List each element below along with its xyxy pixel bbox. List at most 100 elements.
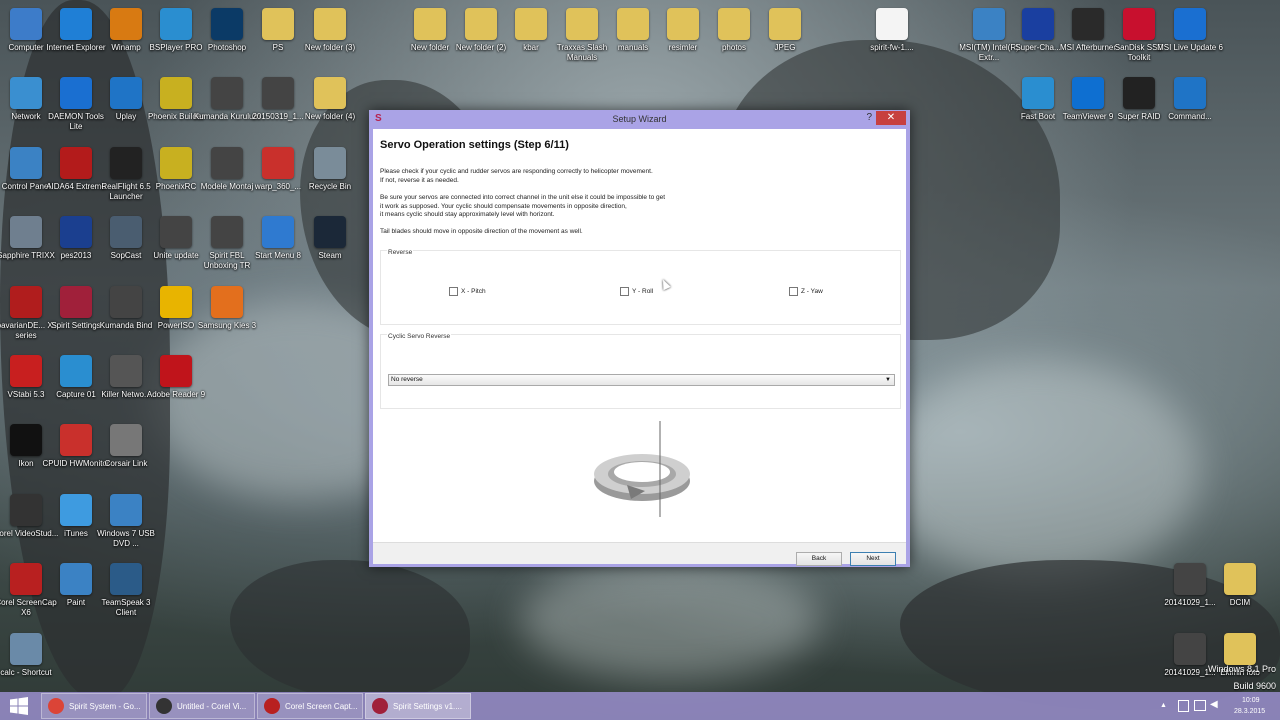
checkbox-label: X - Pitch bbox=[461, 288, 486, 295]
checkbox-label: Z - Yaw bbox=[801, 288, 823, 295]
desktop-icon[interactable]: New folder (3) bbox=[295, 8, 365, 53]
show-hidden-icons-icon[interactable]: ▲ bbox=[1160, 702, 1167, 709]
clock-time[interactable]: 10:09 bbox=[1242, 697, 1260, 704]
help-button[interactable]: ? bbox=[866, 112, 872, 123]
intro-line: If not, reverse it as needed. bbox=[380, 176, 459, 184]
realflight-icon bbox=[110, 147, 142, 179]
desktop-icon[interactable]: Windows 7 USB DVD ... bbox=[91, 494, 161, 549]
x-pitch-checkbox[interactable]: X - Pitch bbox=[449, 287, 486, 296]
sandisk-icon bbox=[1123, 8, 1155, 40]
checkbox-box[interactable] bbox=[620, 287, 629, 296]
taskbar-item[interactable]: Untitled - Corel Vi... bbox=[149, 693, 255, 719]
desktop-icon-label: TeamSpeak 3 Client bbox=[101, 598, 151, 617]
intro-line: Please check if your cyclic and rudder s… bbox=[380, 168, 653, 175]
clock-date[interactable]: 28.3.2015 bbox=[1234, 708, 1265, 715]
tail-paragraph: Tail blades should move in opposite dire… bbox=[380, 228, 583, 235]
folder-icon bbox=[314, 8, 346, 40]
desktop-icon[interactable]: Corsair Link bbox=[91, 424, 161, 469]
z-yaw-checkbox[interactable]: Z - Yaw bbox=[789, 287, 823, 296]
reverse-group: Reverse X - Pitch Y - Roll Z - Yaw bbox=[380, 249, 901, 325]
next-button[interactable]: Next bbox=[850, 552, 896, 566]
chevron-down-icon[interactable]: ▼ bbox=[885, 375, 891, 385]
video-file-icon bbox=[160, 216, 192, 248]
desktop-icon[interactable]: DCIM bbox=[1205, 563, 1275, 608]
folder-icon bbox=[617, 8, 649, 40]
folder-icon bbox=[769, 8, 801, 40]
checkbox-box[interactable] bbox=[449, 287, 458, 296]
cyclic-reverse-group: Cyclic Servo Reverse No reverse ▼ bbox=[380, 333, 901, 409]
cyclic-reverse-select[interactable]: No reverse ▼ bbox=[388, 374, 895, 386]
folder-icon bbox=[667, 8, 699, 40]
desktop-icon-label: JPEG bbox=[774, 43, 796, 52]
chrome-icon bbox=[48, 698, 64, 714]
intro-paragraph: Please check if your cyclic and rudder s… bbox=[380, 168, 653, 185]
msi-live-icon bbox=[1174, 8, 1206, 40]
channel-line: it work as supposed. Your cyclic should … bbox=[380, 202, 627, 210]
desktop-icon[interactable]: TeamSpeak 3 Client bbox=[91, 563, 161, 618]
checkbox-label: Y - Roll bbox=[632, 288, 654, 295]
taskbar-item[interactable]: Corel Screen Capt... bbox=[257, 693, 363, 719]
taskbar-item[interactable]: Spirit System - Go... bbox=[41, 693, 147, 719]
start-button[interactable] bbox=[0, 692, 38, 720]
checkbox-box[interactable] bbox=[789, 287, 798, 296]
corel-video-icon bbox=[156, 698, 172, 714]
video-file-icon bbox=[1174, 563, 1206, 595]
desktop-icon-label: Windows 7 USB DVD ... bbox=[97, 529, 155, 548]
super-raid-icon bbox=[1123, 77, 1155, 109]
bsplayer-icon bbox=[160, 8, 192, 40]
network-icon[interactable] bbox=[1194, 700, 1206, 711]
desktop-icon[interactable]: MSI Live Update 6 bbox=[1155, 8, 1225, 53]
desktop-icon[interactable]: New folder (4) bbox=[295, 77, 365, 122]
taskbar-item-label: Untitled - Corel Vi... bbox=[177, 701, 247, 711]
daemon-tools-icon bbox=[60, 77, 92, 109]
folder-icon bbox=[1224, 633, 1256, 665]
desktop-icon[interactable]: Command... bbox=[1155, 77, 1225, 122]
folder-icon bbox=[718, 8, 750, 40]
folder-icon bbox=[314, 77, 346, 109]
desktop-icon[interactable]: JPEG bbox=[750, 8, 820, 53]
desktop-icon[interactable]: Steam bbox=[295, 216, 365, 261]
window-titlebar[interactable]: S Setup Wizard ? ✕ bbox=[369, 110, 910, 128]
taskbar-item[interactable]: Spirit Settings v1.... bbox=[365, 693, 471, 719]
desktop-icon[interactable]: Recycle Bin bbox=[295, 147, 365, 192]
desktop-icon[interactable]: calc - Shortcut bbox=[0, 633, 61, 678]
super-charger-icon bbox=[1022, 8, 1054, 40]
windows-version-watermark: Windows 8.1 Pro bbox=[1207, 664, 1276, 674]
phoenix-icon bbox=[160, 77, 192, 109]
screencap-icon bbox=[264, 698, 280, 714]
phoenix-icon bbox=[160, 147, 192, 179]
flag-icon[interactable] bbox=[1178, 700, 1189, 712]
windows-logo-icon bbox=[10, 697, 28, 715]
channel-line: it means cyclic should stay approximatel… bbox=[380, 211, 555, 218]
teamviewer-icon bbox=[1072, 77, 1104, 109]
step-heading: Servo Operation settings (Step 6/11) bbox=[380, 139, 569, 151]
desktop-icon-label: Command... bbox=[1168, 112, 1212, 121]
pes-icon bbox=[60, 216, 92, 248]
close-button[interactable]: ✕ bbox=[876, 111, 906, 125]
calculator-icon bbox=[10, 633, 42, 665]
sapphire-icon bbox=[10, 216, 42, 248]
bavarian-icon bbox=[10, 286, 42, 318]
folder-icon bbox=[515, 8, 547, 40]
vstabi-icon bbox=[10, 355, 42, 387]
desktop-icon[interactable]: Adobe Reader 9 bbox=[141, 355, 211, 400]
desktop-icon[interactable]: spirit-fw-1.... bbox=[857, 8, 927, 53]
window-title: Setup Wizard bbox=[612, 114, 667, 124]
select-value: No reverse bbox=[391, 376, 423, 383]
cpuid-icon bbox=[60, 424, 92, 456]
desktop-icon-label: spirit-fw-1.... bbox=[870, 43, 914, 52]
taskbar-item-label: Spirit Settings v1.... bbox=[393, 701, 462, 711]
reverse-group-label: Reverse bbox=[387, 249, 414, 256]
y-roll-checkbox[interactable]: Y - Roll bbox=[620, 287, 653, 296]
channel-line: Be sure your servos are connected into c… bbox=[380, 194, 666, 201]
sopcast-icon bbox=[110, 216, 142, 248]
video-file-icon bbox=[211, 216, 243, 248]
computer-icon bbox=[10, 8, 42, 40]
volume-icon[interactable]: ◀ bbox=[1210, 699, 1218, 710]
folder-icon bbox=[566, 8, 598, 40]
back-button[interactable]: Back bbox=[796, 552, 842, 566]
desktop-icon[interactable]: Samsung Kies 3 bbox=[192, 286, 262, 331]
cyclic-group-label: Cyclic Servo Reverse bbox=[387, 333, 452, 340]
fast-boot-icon bbox=[1022, 77, 1054, 109]
file-icon bbox=[876, 8, 908, 40]
